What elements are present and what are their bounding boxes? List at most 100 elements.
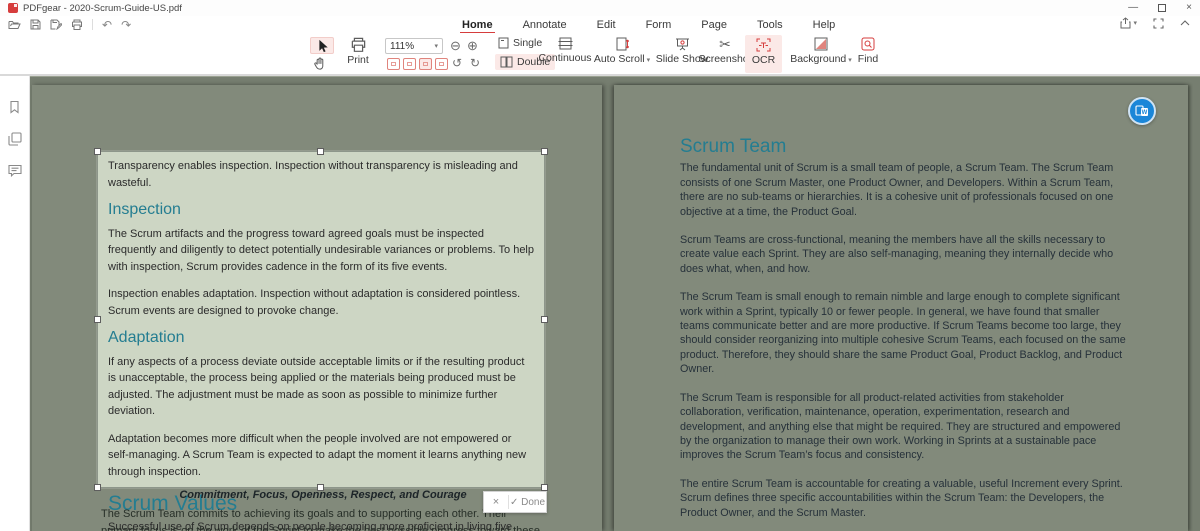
fit-page-icon[interactable]: [403, 58, 416, 70]
fit-width-icon[interactable]: [419, 58, 432, 70]
tab-help[interactable]: Help: [811, 18, 838, 32]
fit-height-icon[interactable]: [435, 58, 448, 70]
selection-handle-middle-right[interactable]: [541, 315, 548, 323]
selection-handle-bottom-left[interactable]: [94, 484, 101, 491]
title-bar: PDFgear - 2020-Scrum-Guide-US.pdf — ×: [0, 0, 1200, 16]
done-button[interactable]: ✓ Done: [509, 497, 546, 508]
ocr-selection-region[interactable]: Transparency enables inspection. Inspect…: [94, 148, 548, 531]
section-heading-adaptation: Adaptation: [108, 329, 185, 346]
auto-scroll-icon: [616, 37, 629, 51]
select-tool-button[interactable]: [310, 37, 334, 54]
ocr-button[interactable]: OCR: [745, 35, 782, 73]
chevron-down-icon: ▾: [848, 57, 852, 64]
paragraph: Scrum Teams are cross-functional, meanin…: [680, 234, 1114, 275]
paragraph: The entire Scrum Team is accountable for…: [680, 477, 1123, 519]
find-icon: [861, 37, 875, 51]
cancel-selection-button[interactable]: ×: [484, 496, 508, 508]
paragraph: If any aspects of a process deviate outs…: [108, 355, 525, 418]
menu-row: ↶ ↷ Home Annotate Edit Form Page Tools H…: [0, 16, 1200, 34]
hand-tool-button[interactable]: [312, 56, 327, 71]
ribbon-toolbar: Print 111% ▾ ⊖ ⊕ ↺ ↻ Single Double Conti…: [0, 33, 1200, 74]
tab-home[interactable]: Home: [460, 18, 495, 34]
single-view-label: Single: [513, 37, 543, 49]
selection-handle-top-right[interactable]: [541, 148, 548, 155]
selection-handle-top-middle[interactable]: [317, 148, 324, 155]
zoom-out-icon[interactable]: ⊖: [450, 39, 461, 52]
find-label: Find: [857, 53, 879, 65]
paragraph: Inspection enables adaptation. Inspectio…: [108, 288, 521, 317]
paragraph: Adaptation becomes more difficult when t…: [108, 432, 527, 478]
single-page-icon: [498, 37, 509, 49]
section-heading-scrum-team: Scrum Team: [680, 136, 787, 157]
zoom-level-value: 111%: [390, 40, 415, 52]
tab-edit[interactable]: Edit: [595, 18, 618, 32]
zoom-in-icon[interactable]: ⊕: [467, 39, 478, 52]
convert-to-word-button[interactable]: W: [1128, 97, 1156, 125]
minimize-button[interactable]: —: [1128, 3, 1138, 13]
cursor-arrow-icon: [319, 39, 328, 53]
document-viewport[interactable]: Transparency enables inspection. Inspect…: [30, 76, 1200, 531]
svg-text:W: W: [1142, 110, 1148, 116]
background-button[interactable]: Background ▾: [788, 37, 854, 65]
left-page-text-below-selection: Commitment, Focus, Openness, Respect, an…: [101, 489, 545, 531]
quick-access-toolbar: ↶ ↷: [8, 16, 131, 33]
tab-annotate[interactable]: Annotate: [521, 18, 569, 32]
save-as-icon[interactable]: [50, 19, 62, 30]
actual-size-icon[interactable]: [387, 58, 400, 70]
comments-panel-icon[interactable]: [7, 164, 22, 177]
ocr-label: OCR: [751, 54, 776, 66]
continuous-page-icon: [558, 37, 572, 50]
fullscreen-icon[interactable]: [1153, 17, 1164, 29]
tab-form[interactable]: Form: [644, 18, 674, 32]
window-title: PDFgear - 2020-Scrum-Guide-US.pdf: [23, 2, 182, 14]
scissors-icon: ✂: [719, 36, 731, 52]
paragraph: The Scrum Team commits to achieving its …: [101, 508, 540, 531]
left-panel-bar: [0, 76, 30, 531]
print-label: Print: [347, 54, 369, 66]
check-icon: ✓: [509, 496, 522, 508]
paragraph: The Scrum Team is responsible for all pr…: [680, 391, 1121, 462]
single-view-button[interactable]: Single: [498, 37, 542, 49]
bookmarks-panel-icon[interactable]: [8, 100, 21, 114]
main-area: Transparency enables inspection. Inspect…: [0, 76, 1200, 531]
screenshot-label: Screenshot: [698, 53, 752, 65]
paragraph: The fundamental unit of Scrum is a small…: [680, 162, 1114, 218]
section-heading-inspection: Inspection: [108, 201, 181, 218]
maximize-button[interactable]: [1158, 4, 1167, 12]
print-button[interactable]: Print: [343, 37, 373, 66]
tab-page[interactable]: Page: [699, 18, 729, 32]
paragraph: Transparency enables inspection. Inspect…: [108, 160, 518, 189]
thumbnails-panel-icon[interactable]: [7, 132, 22, 146]
pdf-to-word-icon: W: [1135, 105, 1148, 116]
selection-content: Transparency enables inspection. Inspect…: [98, 152, 544, 531]
pdfgear-logo-icon: [8, 3, 18, 13]
auto-scroll-button[interactable]: Auto Scroll ▾: [593, 37, 651, 65]
chevron-down-icon: ▾: [646, 57, 651, 64]
save-icon[interactable]: [30, 19, 41, 30]
tab-tools[interactable]: Tools: [755, 18, 785, 32]
rotate-left-icon[interactable]: ↺: [452, 57, 462, 69]
right-page-text: Scrum Team The fundamental unit of Scrum…: [680, 136, 1127, 531]
ocr-confirm-popup: × ✓ Done: [483, 491, 547, 513]
selection-handle-middle-left[interactable]: [94, 315, 101, 323]
printer-icon: [351, 37, 365, 52]
close-button[interactable]: ×: [1186, 3, 1192, 13]
share-icon[interactable]: ▾: [1120, 17, 1137, 29]
continuous-view-button[interactable]: Continuous: [538, 37, 592, 64]
find-button[interactable]: Find: [853, 37, 883, 65]
continuous-view-label: Continuous: [538, 52, 592, 64]
ocr-scan-icon: [756, 38, 771, 52]
redo-icon[interactable]: ↷: [121, 19, 131, 31]
hand-icon: [314, 57, 324, 70]
paragraph: The Scrum artifacts and the progress tow…: [108, 227, 534, 273]
print-quick-icon[interactable]: [71, 19, 83, 30]
background-icon: [814, 37, 828, 51]
rotate-right-icon[interactable]: ↻: [470, 57, 480, 69]
background-label: Background ▾: [790, 53, 852, 65]
zoom-level-select[interactable]: 111% ▾: [385, 38, 443, 54]
collapse-ribbon-icon[interactable]: [1180, 20, 1190, 26]
open-file-icon[interactable]: [8, 19, 21, 30]
selection-handle-top-left[interactable]: [94, 148, 101, 155]
undo-icon[interactable]: ↶: [102, 19, 112, 31]
paragraph: The Scrum Team is small enough to remain…: [680, 291, 1126, 376]
